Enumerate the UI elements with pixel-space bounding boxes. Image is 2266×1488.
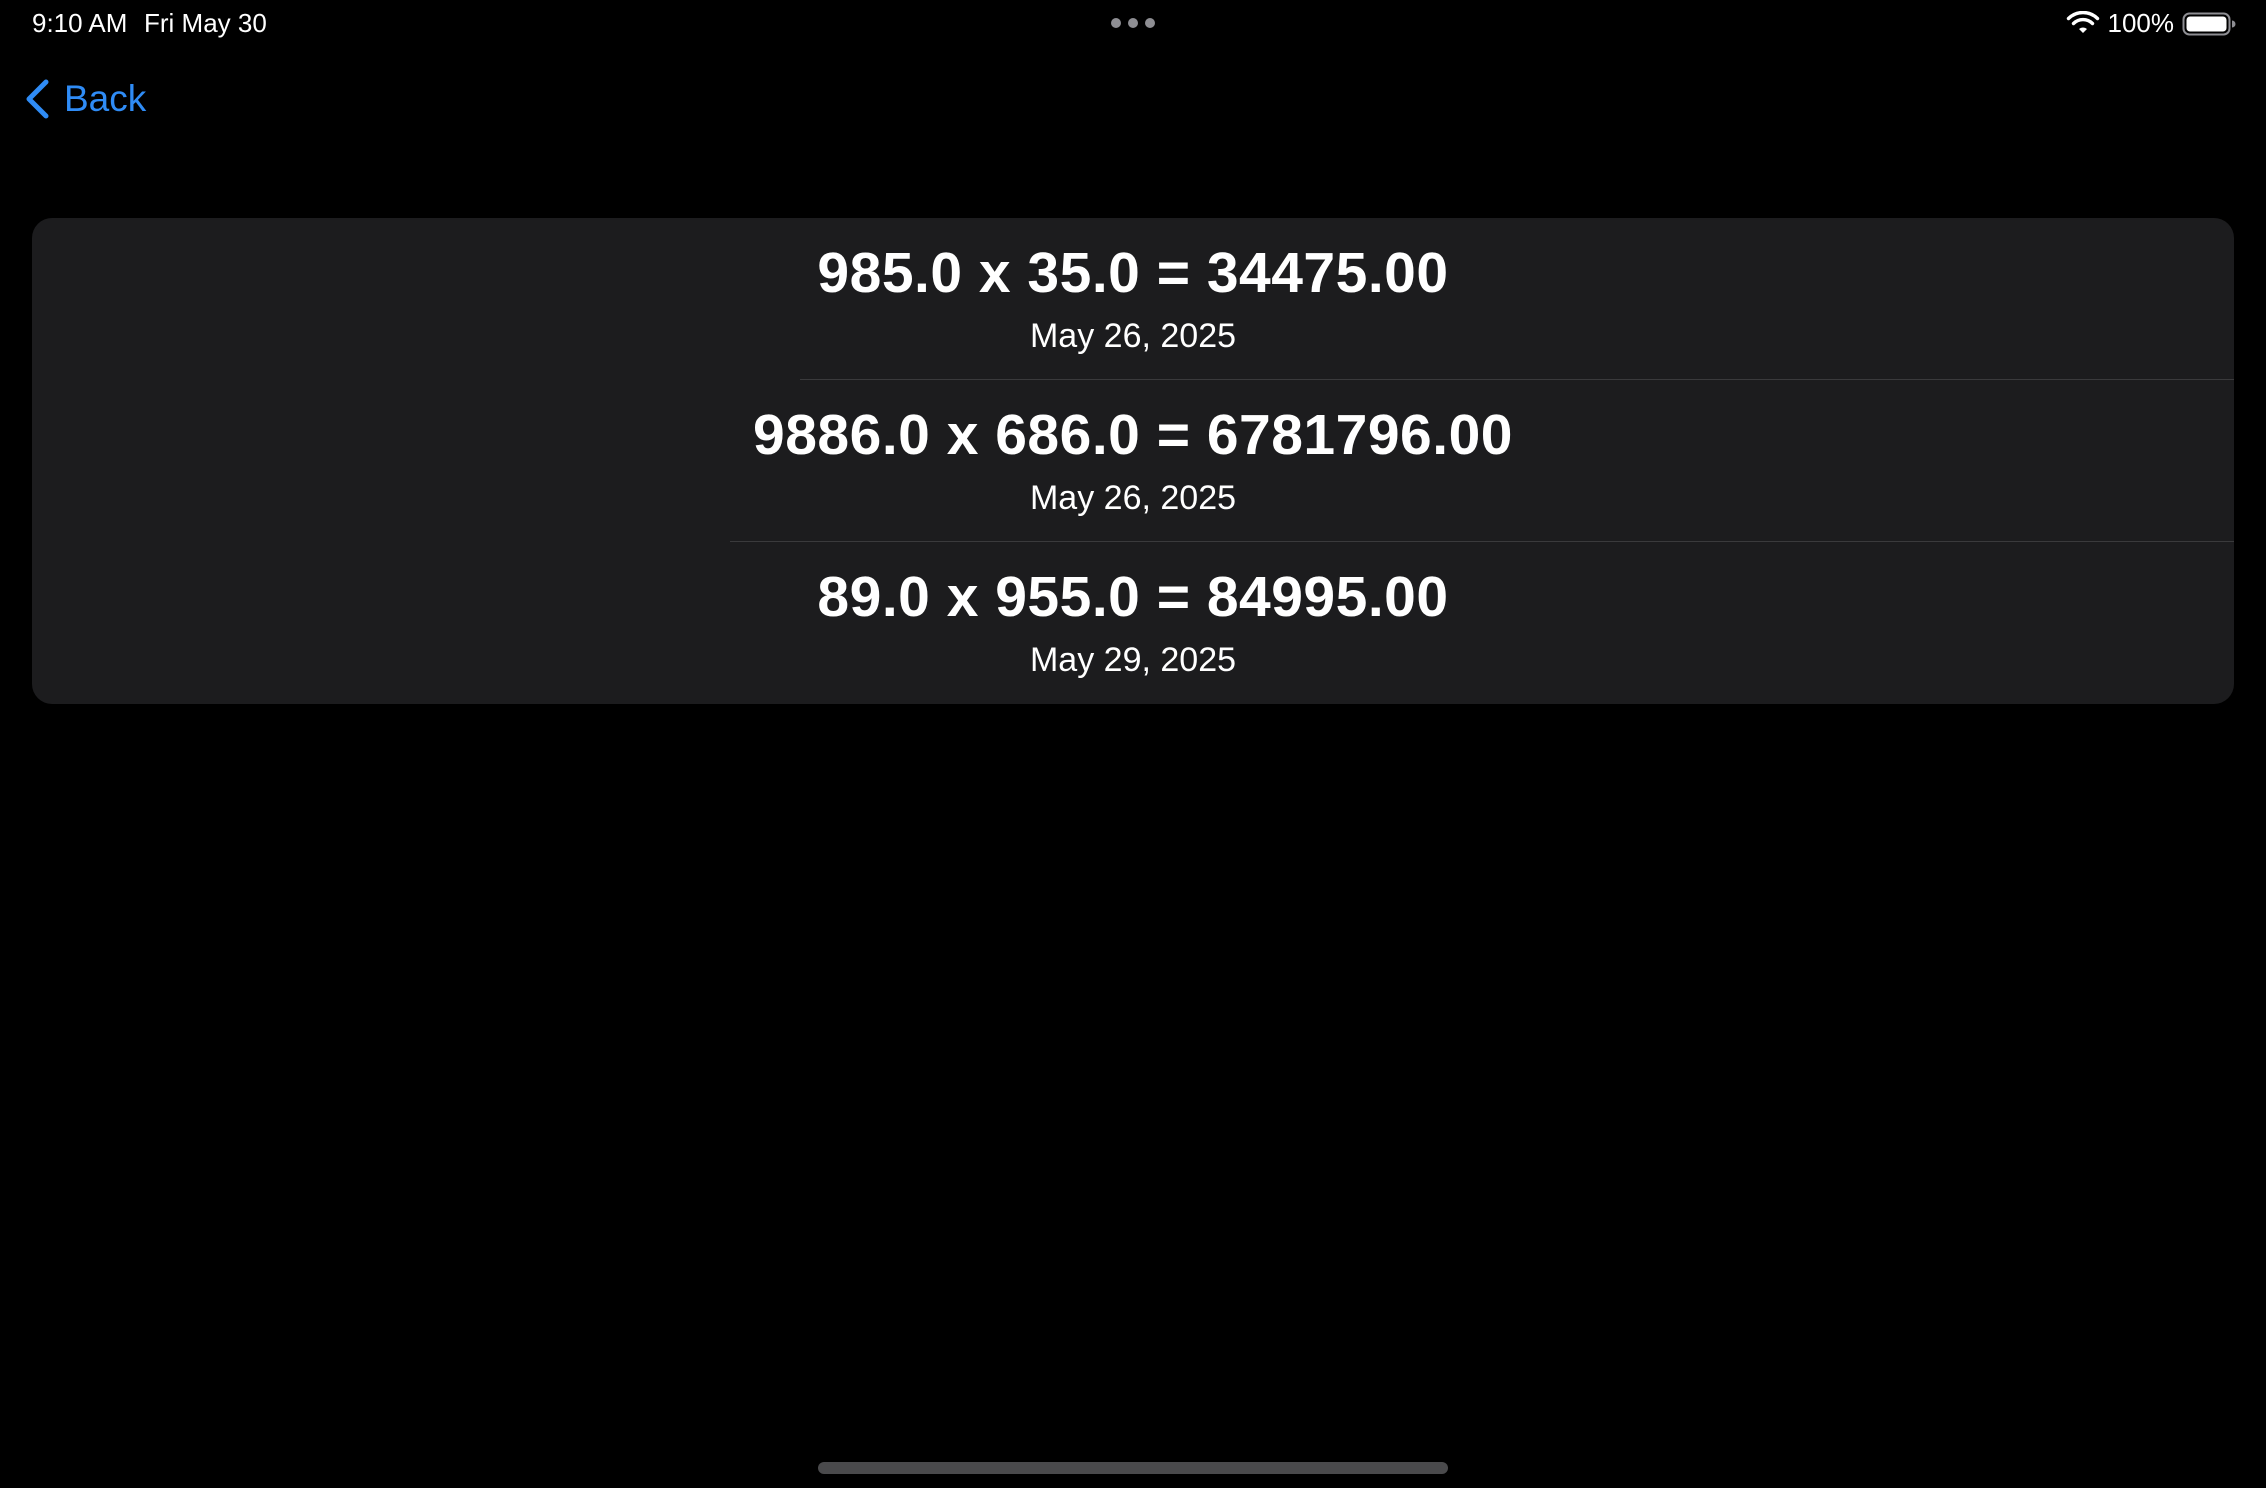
row-equation: 9886.0 x 686.0 = 6781796.00 — [753, 403, 1513, 467]
row-date: May 29, 2025 — [1029, 641, 1237, 679]
history-row[interactable]: 89.0 x 955.0 = 84995.00 May 29, 2025 — [32, 542, 2234, 704]
battery-percentage: 100% — [2107, 8, 2175, 38]
history-row[interactable]: 9886.0 x 686.0 = 6781796.00 May 26, 2025 — [32, 380, 2234, 542]
status-date: Fri May 30 — [144, 8, 267, 38]
back-label: Back — [64, 78, 147, 119]
status-time: 9:10 AM — [32, 8, 128, 38]
row-date: May 26, 2025 — [1029, 317, 1237, 355]
wifi-icon — [2066, 10, 2099, 33]
status-bar: 9:10 AM Fri May 30 100% — [0, 0, 2266, 48]
history-row[interactable]: 985.0 x 35.0 = 34475.00 May 26, 2025 — [32, 218, 2234, 380]
multitask-dots-icon[interactable] — [1110, 17, 1156, 29]
back-button[interactable]: Back — [24, 74, 146, 124]
calculation-history-list: 985.0 x 35.0 = 34475.00 May 26, 2025 988… — [32, 218, 2234, 704]
battery-icon — [2182, 12, 2236, 35]
status-indicators: 100% — [2066, 8, 2237, 39]
home-indicator[interactable] — [818, 1462, 1448, 1474]
row-equation: 985.0 x 35.0 = 34475.00 — [817, 241, 1449, 305]
row-date: May 26, 2025 — [1029, 479, 1237, 517]
row-equation: 89.0 x 955.0 = 84995.00 — [817, 565, 1449, 629]
chevron-left-icon — [26, 79, 49, 119]
